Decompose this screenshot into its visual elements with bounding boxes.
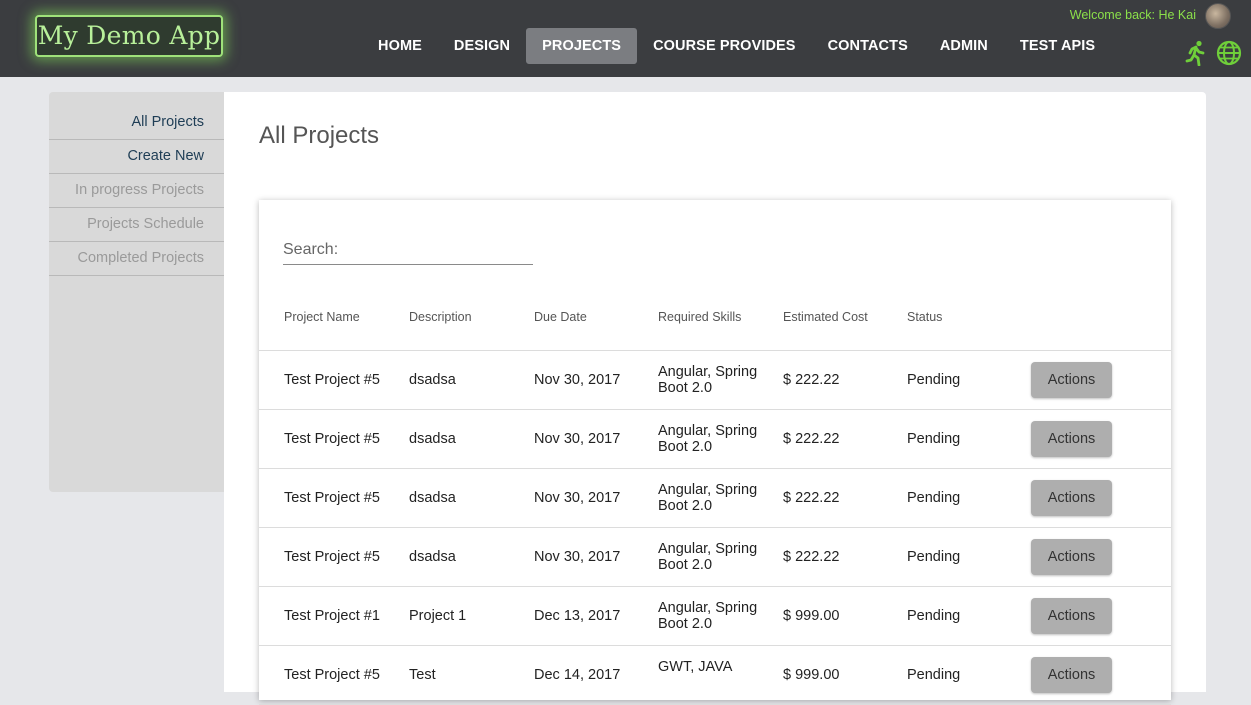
column-header[interactable]: Required Skills — [658, 310, 741, 324]
top-navbar: My Demo App HOME DESIGN PROJECTS COURSE PRO… — [0, 0, 1251, 77]
sidebar-item-create-new[interactable]: Create New — [49, 140, 224, 174]
nav-admin[interactable]: ADMIN — [924, 28, 1004, 64]
nav-projects[interactable]: PROJECTS — [526, 28, 638, 64]
cell-due: Dec 14, 2017 — [534, 667, 621, 683]
actions-button[interactable]: Actions — [1031, 539, 1112, 575]
cell-cost: $ 222.22 — [783, 549, 840, 565]
cell-due: Dec 13, 2017 — [534, 608, 621, 624]
cell-skills: Angular, Spring Boot 2.0 — [658, 423, 758, 455]
cell-cost: $ 222.22 — [783, 372, 840, 388]
table-row[interactable]: Test Project #5 dsadsa Nov 30, 2017 Angular… — [259, 469, 1171, 528]
cell-cost: $ 222.22 — [783, 431, 840, 447]
cell-status: Pending — [907, 608, 961, 624]
nav-home[interactable]: HOME — [362, 28, 438, 64]
cell-cost: $ 999.00 — [783, 608, 840, 624]
cell-skills: Angular, Spring Boot 2.0 — [658, 364, 758, 396]
table-row[interactable]: Test Project #5 dsadsa Nov 30, 2017 Angular… — [259, 528, 1171, 587]
actions-button[interactable]: Actions — [1031, 362, 1112, 398]
column-header[interactable]: Status — [907, 310, 942, 324]
nav-design[interactable]: DESIGN — [438, 28, 526, 64]
cell-description: dsadsa — [409, 431, 456, 447]
cell-name: Test Project #5 — [284, 372, 380, 388]
cell-name: Test Project #5 — [284, 490, 380, 506]
table-row[interactable]: Test Project #5 dsadsa Nov 30, 2017 Angular… — [259, 351, 1171, 410]
table-header: Project Name Description Due Date Required … — [259, 308, 1171, 351]
nav-course-provides[interactable]: COURSE PROVIDES — [637, 28, 812, 64]
cell-description: dsadsa — [409, 372, 456, 388]
app-logo[interactable]: My Demo App — [35, 15, 223, 57]
cell-description: dsadsa — [409, 490, 456, 506]
column-header[interactable]: Project Name — [284, 310, 360, 324]
cell-due: Nov 30, 2017 — [534, 549, 621, 565]
cell-skills: Angular, Spring Boot 2.0 — [658, 541, 758, 573]
cell-status: Pending — [907, 431, 961, 447]
nav-test-apis[interactable]: TEST APIS — [1004, 28, 1111, 64]
main-content: All Projects Project Name Description Due … — [224, 92, 1206, 705]
cell-due: Nov 30, 2017 — [534, 431, 621, 447]
cell-due: Nov 30, 2017 — [534, 372, 621, 388]
actions-button[interactable]: Actions — [1031, 421, 1112, 457]
cell-status: Pending — [907, 372, 961, 388]
page-title: All Projects — [259, 122, 380, 149]
running-person-icon[interactable] — [1184, 40, 1208, 66]
main-nav: HOME DESIGN PROJECTS COURSE PROVIDES CONTACT… — [362, 28, 1111, 64]
cell-due: Nov 30, 2017 — [534, 490, 621, 506]
cell-description: Project 1 — [409, 608, 467, 624]
actions-button[interactable]: Actions — [1031, 480, 1112, 516]
cell-description: Test — [409, 667, 436, 683]
sidebar: All Projects Create New In progress Projec… — [49, 92, 224, 492]
cell-cost: $ 999.00 — [783, 667, 840, 683]
cell-name: Test Project #5 — [284, 431, 380, 447]
globe-icon[interactable] — [1216, 40, 1242, 66]
actions-button[interactable]: Actions — [1031, 598, 1112, 634]
cell-skills: GWT, JAVA — [658, 659, 733, 675]
cell-cost: $ 222.22 — [783, 490, 840, 506]
table-row[interactable]: Test Project #5 dsadsa Nov 30, 2017 Angular… — [259, 410, 1171, 469]
user-avatar[interactable] — [1205, 3, 1231, 29]
column-header[interactable]: Estimated Cost — [783, 310, 868, 324]
table-row[interactable]: Test Project #1 Project 1 Dec 13, 2017 Angu… — [259, 587, 1171, 646]
cell-name: Test Project #1 — [284, 608, 380, 624]
nav-contacts[interactable]: CONTACTS — [812, 28, 924, 64]
cell-status: Pending — [907, 490, 961, 506]
sidebar-item-projects-schedule[interactable]: Projects Schedule — [49, 208, 224, 242]
projects-table-card: Project Name Description Due Date Required … — [259, 200, 1171, 705]
cell-status: Pending — [907, 667, 961, 683]
actions-button[interactable]: Actions — [1031, 657, 1112, 693]
column-header[interactable]: Description — [409, 310, 472, 324]
sidebar-item-completed-projects[interactable]: Completed Projects — [49, 242, 224, 276]
cell-skills: Angular, Spring Boot 2.0 — [658, 482, 758, 514]
cell-skills: Angular, Spring Boot 2.0 — [658, 600, 758, 632]
sidebar-item-in-progress-projects[interactable]: In progress Projects — [49, 174, 224, 208]
cell-name: Test Project #5 — [284, 549, 380, 565]
cell-name: Test Project #5 — [284, 667, 380, 683]
welcome-text: Welcome back: He Kai — [1069, 8, 1196, 22]
search-input[interactable] — [283, 236, 533, 265]
cell-description: dsadsa — [409, 549, 456, 565]
sidebar-item-all-projects[interactable]: All Projects — [49, 106, 224, 140]
cell-status: Pending — [907, 549, 961, 565]
column-header[interactable]: Due Date — [534, 310, 587, 324]
